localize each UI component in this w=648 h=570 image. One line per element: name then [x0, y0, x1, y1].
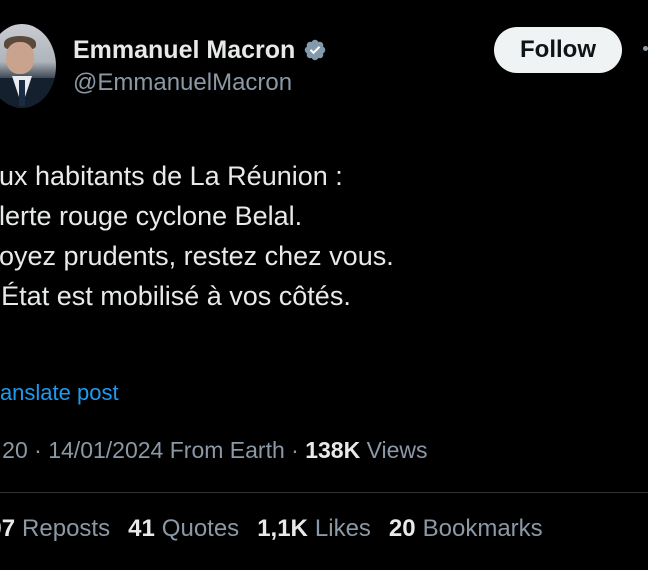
more-options-icon[interactable] [640, 44, 648, 54]
post-line: Aux habitants de La Réunion : [0, 161, 343, 191]
divider [0, 492, 648, 493]
author-handle[interactable]: @EmmanuelMacron [73, 69, 292, 97]
post-line: Alerte rouge cyclone Belal. [0, 201, 303, 231]
quotes-label: Quotes [161, 515, 240, 542]
bookmarks-stat[interactable]: 20 Bookmarks [389, 515, 543, 543]
author-name-row: Emmanuel Macron [73, 32, 327, 68]
post-meta: 9:20 · 14/01/2024 From Earth · 138K View… [0, 437, 428, 464]
avatar-tie [19, 80, 25, 106]
post-line: L'État est mobilisé à vos côtés. [0, 281, 351, 311]
follow-button[interactable]: Follow [494, 27, 622, 73]
quotes-count: 41 [128, 515, 155, 542]
post-source: From Earth [169, 437, 285, 463]
reposts-count: 307 [0, 515, 16, 542]
reposts-label: Reposts [22, 515, 111, 542]
translate-post-link[interactable]: Translate post [0, 380, 119, 406]
quotes-stat[interactable]: 41 Quotes [128, 515, 239, 543]
author-name[interactable]: Emmanuel Macron [73, 36, 295, 65]
likes-label: Likes [314, 515, 371, 542]
verified-badge-icon [305, 39, 326, 61]
post-line: Soyez prudents, restez chez vous. [0, 241, 394, 271]
post-text: Aux habitants de La Réunion : Alerte rou… [0, 156, 394, 316]
views-label: Views [366, 437, 428, 463]
meta-separator: · [27, 437, 49, 463]
avatar-face [6, 42, 34, 74]
post-time[interactable]: 9:20 [0, 437, 28, 464]
bookmarks-label: Bookmarks [422, 515, 543, 542]
bookmarks-count: 20 [388, 515, 416, 542]
meta-separator: · [284, 437, 306, 463]
post-date[interactable]: 14/01/2024 [48, 437, 163, 464]
reposts-stat[interactable]: 307 Reposts [0, 515, 110, 543]
engagement-stats: 307 Reposts 41Quotes 1,1KLikes 20Bookmark… [0, 515, 543, 543]
likes-count: 1,1K [257, 515, 308, 542]
likes-stat[interactable]: 1,1K Likes [257, 515, 371, 543]
views-count: 138K [305, 437, 361, 463]
avatar[interactable] [0, 24, 56, 108]
